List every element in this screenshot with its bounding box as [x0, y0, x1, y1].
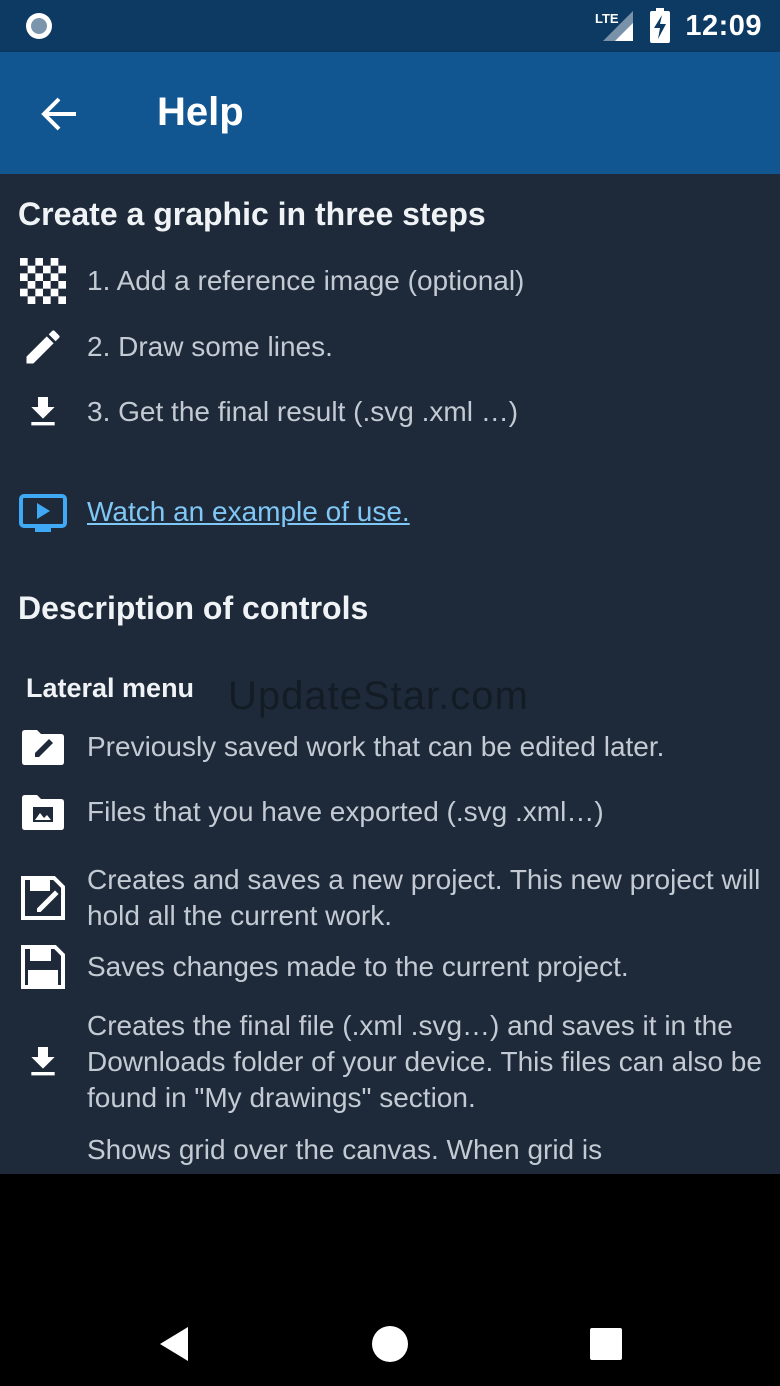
control-item: Files that you have exported (.svg .xml…… [0, 787, 780, 837]
watermark: UpdateStar.com [228, 674, 529, 718]
save-as-icon [18, 873, 68, 923]
control-text: Files that you have exported (.svg .xml…… [87, 796, 604, 827]
checkerboard-icon [18, 256, 68, 306]
lte-signal-icon: LTE [595, 11, 634, 41]
steps-heading: Create a graphic in three steps [18, 196, 486, 232]
square-recents-icon [590, 1328, 622, 1360]
control-text: Shows grid over the canvas. When grid is [87, 1134, 603, 1165]
battery-charging-icon [650, 8, 671, 43]
step-item: 3. Get the final result (.svg .xml …) [0, 387, 780, 437]
control-item: Creates and saves a new project. This ne… [0, 862, 780, 934]
help-content[interactable]: Create a graphic in three steps 1. Add a… [0, 174, 780, 1174]
control-text: Creates the final file (.xml .svg…) and … [87, 1010, 762, 1113]
controls-heading: Description of controls [18, 590, 369, 626]
circle-home-icon [372, 1326, 408, 1362]
step-item: 2. Draw some lines. [0, 322, 780, 372]
control-text: Saves changes made to the current projec… [87, 951, 629, 982]
play-video-icon [18, 488, 68, 538]
svg-text:LTE: LTE [595, 11, 619, 26]
step-text: 1. Add a reference image (optional) [87, 265, 525, 296]
watch-example-link[interactable]: Watch an example of use. [0, 488, 780, 538]
folder-image-icon [18, 787, 68, 837]
back-button[interactable] [34, 88, 86, 140]
grid-icon [18, 1128, 68, 1174]
save-icon [18, 942, 68, 992]
control-text: Previously saved work that can be edited… [87, 731, 665, 762]
pencil-icon [18, 322, 68, 372]
watch-example-text[interactable]: Watch an example of use. [87, 494, 766, 530]
step-text: 2. Draw some lines. [87, 331, 333, 362]
arrow-left-icon [41, 97, 76, 131]
lateral-menu-title: Lateral menu [26, 673, 195, 703]
nav-home-button[interactable] [360, 1314, 420, 1374]
nav-recents-button[interactable] [576, 1314, 636, 1374]
control-text: Creates and saves a new project. This ne… [87, 864, 761, 931]
navigation-bar [0, 1174, 780, 1386]
control-item: Shows grid over the canvas. When grid is [0, 1128, 780, 1174]
nav-back-button[interactable] [144, 1314, 204, 1374]
download-icon [18, 1037, 68, 1087]
app-bar: Help [0, 52, 780, 174]
folder-edit-icon [18, 722, 68, 772]
download-icon [18, 387, 68, 437]
control-item: Creates the final file (.xml .svg…) and … [0, 1008, 780, 1116]
control-item: Previously saved work that can be edited… [0, 722, 780, 772]
status-bar: LTE 12:09 [0, 0, 780, 52]
page-title: Help [157, 90, 244, 134]
control-item: Saves changes made to the current projec… [0, 942, 780, 992]
triangle-back-icon [160, 1327, 188, 1361]
status-time: 12:09 [685, 9, 762, 42]
step-text: 3. Get the final result (.svg .xml …) [87, 396, 519, 427]
notification-circle-icon [26, 13, 52, 39]
step-item: 1. Add a reference image (optional) [0, 256, 780, 306]
status-right: LTE 12:09 [595, 0, 762, 52]
